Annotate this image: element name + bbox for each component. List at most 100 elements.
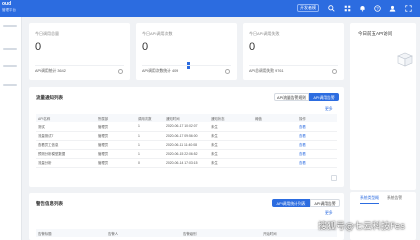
bell-icon[interactable] — [358, 4, 366, 12]
table-cell: 2020-06-11 11:40:08 — [164, 140, 209, 150]
column-header: 所属部 — [96, 114, 136, 122]
stat-title: 今日API调用次数 — [142, 31, 173, 36]
table-header-row: API名称 所属部 调用次数 通知时间 通知状态 阈值 操作 — [36, 114, 337, 122]
section-title: 流量通知列表 — [36, 95, 63, 100]
table-cell: 2020-06-17 09:56:00 — [164, 131, 209, 141]
table-cell: 管理员 — [96, 149, 136, 159]
table-cell — [253, 140, 297, 150]
table-header-row: 告警标题 告警人 告警级别 开始时间 — [36, 229, 337, 237]
view-link[interactable]: 查看 — [297, 122, 337, 132]
tab-system-type[interactable]: 系统类型概 — [360, 196, 379, 204]
top-five-api-panel: 今日前五API访问 — [350, 23, 416, 190]
segment-call-alerts[interactable]: API调用告警 — [309, 93, 339, 101]
column-header: 操作 — [297, 114, 337, 122]
table-cell: 管理员 — [96, 131, 136, 141]
table-cell: 查看员工信息 — [36, 140, 96, 150]
sidebar-item[interactable] — [3, 25, 17, 27]
sidebar-item[interactable] — [3, 84, 17, 86]
divider — [249, 65, 338, 66]
table-row: 查看员工信息 管理员 1 2020-06-11 11:40:08 未生 查看 — [36, 140, 337, 150]
info-icon[interactable] — [118, 69, 123, 74]
top-navigation-bar: oud 管理平台 开发者模 ? — [0, 0, 420, 17]
table-cell — [253, 131, 297, 141]
stat-title: 今日API调用失败 — [249, 31, 280, 36]
logo-subtitle: 管理平台 — [2, 8, 16, 12]
table-cell: 0 — [136, 158, 164, 168]
grid-icon[interactable] — [343, 4, 351, 12]
table-cell: 1 — [136, 122, 164, 132]
table-cell — [253, 158, 297, 168]
divider — [35, 65, 124, 66]
table-cell: 流量分析 — [36, 158, 96, 168]
help-icon[interactable]: ? — [373, 4, 381, 12]
table-row: 流量测试7 管理员 1 2020-06-17 09:56:00 未生 查看 — [36, 131, 337, 141]
column-header: 调用次数 — [136, 114, 164, 122]
panel-title: 今日前五API访问 — [358, 31, 393, 36]
stat-value: 0 — [35, 41, 42, 53]
tab-system-alerts[interactable]: 系统告警 — [387, 196, 402, 204]
svg-text:?: ? — [376, 6, 379, 11]
more-link[interactable]: 更多 — [325, 107, 333, 112]
table-cell: 未生 — [209, 149, 253, 159]
table-cell: 未生 — [209, 131, 253, 141]
table-cell: 1 — [136, 140, 164, 150]
developer-mode-button[interactable]: 开发者模 — [297, 4, 319, 12]
table-cell: 测试 — [36, 122, 96, 132]
stat-title: 今日调用总量 — [35, 31, 59, 36]
fullscreen-icon[interactable] — [404, 4, 412, 12]
column-header: 通知状态 — [209, 114, 253, 122]
table-cell: 1 — [136, 149, 164, 159]
divider — [142, 65, 231, 66]
flow-notification-card: 流量通知列表 API流量告警规则 API调用告警 更多 API名称 所属部 调用… — [29, 87, 344, 187]
view-link[interactable]: 查看 — [297, 149, 337, 159]
table-row: 流量分析 管理员 0 2020-06-14 17:03:15 未生 查看 — [36, 158, 337, 168]
column-header: 告警级别 — [181, 229, 261, 237]
segment-call-stats[interactable]: API调用统计列表 — [272, 199, 310, 207]
stat-footer: API调用次数统计 409 — [142, 69, 179, 73]
stat-card-failures: 今日API调用失败 0 API总调用失败 9761 — [243, 23, 344, 80]
table-cell: 未生 — [209, 158, 253, 168]
column-header: 告警标题 — [36, 229, 106, 237]
stat-footer: API调用统计 3642 — [35, 69, 66, 73]
column-header: 告警人 — [106, 229, 181, 237]
alert-table: 告警标题 告警人 告警级别 开始时间 — [36, 229, 337, 237]
table-cell: 管理员 — [96, 158, 136, 168]
stat-value: 0 — [142, 41, 149, 53]
alert-info-card: 警告信息列表 API调用统计列表 API调用告警 更多 告警标题 告警人 告警级… — [29, 193, 344, 240]
search-icon[interactable] — [327, 4, 335, 12]
watermark-text: 搜狐号@七云科技Fes — [318, 222, 405, 232]
stat-card-api-calls: 今日API调用次数 0 API调用次数统计 409 — [136, 23, 237, 80]
table-row: 测试 管理员 1 2020-06-17 10:02:07 未生 查看 — [36, 122, 337, 132]
more-link[interactable]: 更多 — [325, 211, 333, 216]
table-cell: 未生 — [209, 140, 253, 150]
user-avatar-icon[interactable] — [388, 4, 396, 12]
info-icon[interactable] — [225, 69, 230, 74]
table-cell: 管理员 — [96, 122, 136, 132]
view-link[interactable]: 查看 — [297, 140, 337, 150]
table-cell: 2020-06-14 17:03:15 — [164, 158, 209, 168]
table-cell: 1 — [136, 131, 164, 141]
segment-call-alerts[interactable]: API调用告警 — [310, 199, 340, 207]
table-cell — [253, 122, 297, 132]
pagination-button[interactable] — [331, 175, 337, 181]
table-cell: 未生 — [209, 122, 253, 132]
sidebar-item[interactable] — [3, 65, 17, 67]
info-icon[interactable] — [332, 69, 337, 74]
section-title: 警告信息列表 — [36, 201, 63, 206]
column-header: 阈值 — [253, 114, 297, 122]
stat-card-calls: 今日调用总量 0 API调用统计 3642 — [29, 23, 130, 80]
sidebar — [0, 17, 22, 240]
view-link[interactable]: 查看 — [297, 131, 337, 141]
column-header: API名称 — [36, 114, 96, 122]
segment-alert-rules[interactable]: API流量告警规则 — [274, 93, 309, 101]
table-cell: 2020-06-17 10:02:07 — [164, 122, 209, 132]
table-cell: 预测分析模型数据 — [36, 149, 96, 159]
table-cell: 管理员 — [96, 140, 136, 150]
table-cell: 2020-06-15 22:06:52 — [164, 149, 209, 159]
sidebar-item[interactable] — [3, 48, 17, 50]
app-logo[interactable]: oud 管理平台 — [2, 1, 16, 13]
view-link[interactable]: 查看 — [297, 158, 337, 168]
stat-footer: API总调用失败 9761 — [249, 69, 284, 73]
stat-value: 0 — [249, 41, 256, 53]
empty-box-icon — [397, 52, 413, 67]
